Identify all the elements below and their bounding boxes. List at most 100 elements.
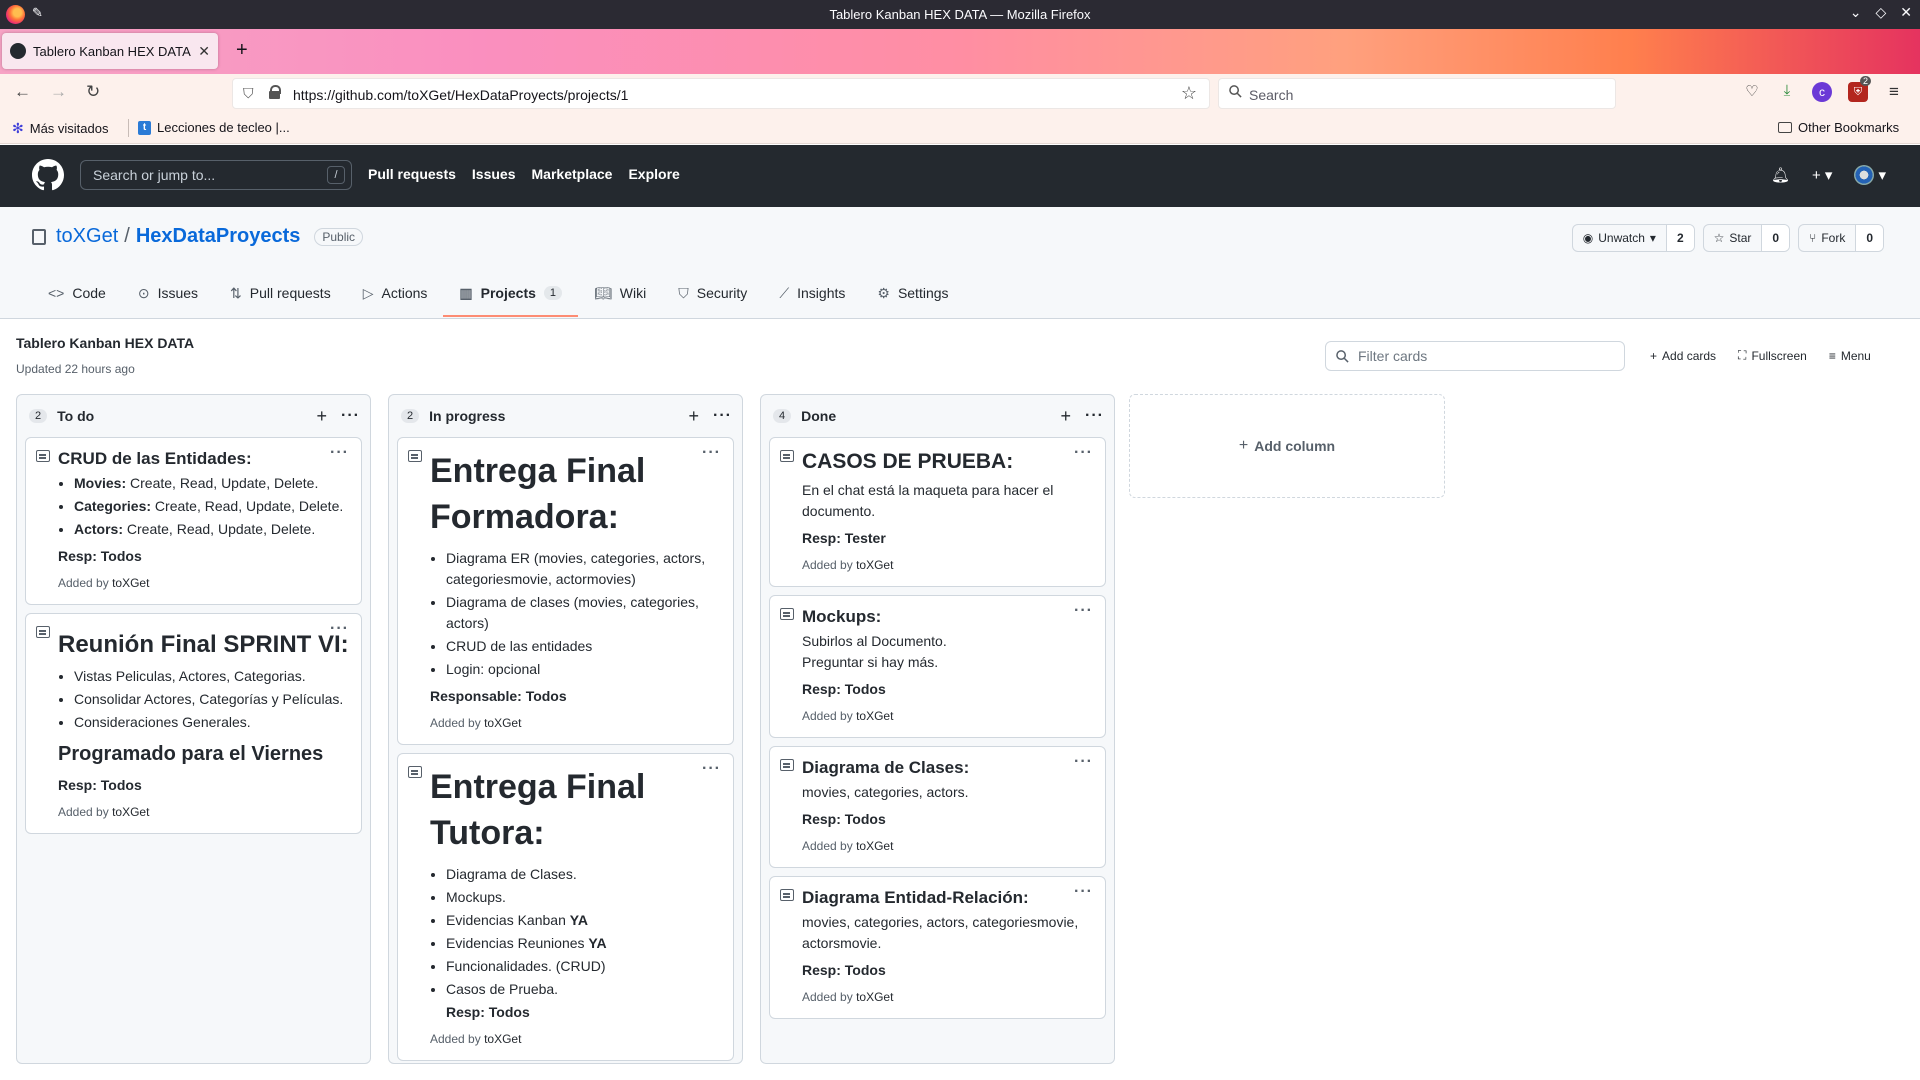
reload-icon[interactable]: ↻ [86,82,100,102]
tab-actions[interactable]: ▷ Actions [347,269,444,317]
card-item: Movies: Create, Read, Update, Delete. [74,473,349,494]
create-new-icon[interactable]: + ▾ [1812,166,1832,184]
avatar [1854,165,1875,185]
author-link[interactable]: toXGet [856,709,893,723]
tab-security[interactable]: ⛉ Security [662,269,763,317]
fullscreen-button[interactable]: ⛶ Fullscreen [1738,348,1807,363]
card[interactable]: ··· CASOS DE PRUEBA: En el chat está la … [769,437,1106,587]
author-link[interactable]: toXGet [856,558,893,572]
column-menu-icon[interactable]: ··· [713,407,732,425]
card[interactable]: ··· Entrega Final Tutora: Diagrama de Cl… [397,753,734,1061]
author-link[interactable]: toXGet [112,805,149,819]
back-arrow-icon[interactable]: ← [14,82,31,102]
forward-arrow-icon[interactable]: → [50,82,67,102]
item-text: Mockups. [446,889,506,905]
card-menu-icon[interactable]: ··· [330,618,349,639]
github-search-input[interactable]: Search or jump to... / [80,160,352,190]
hamburger-menu-icon[interactable]: ≡ [1884,82,1904,102]
card-responsible: Resp: Tester [802,530,886,546]
repo-owner-link[interactable]: toXGet [56,225,118,248]
column-menu-icon[interactable]: ··· [1085,407,1104,425]
tab-code[interactable]: <> Code [32,269,122,317]
pocket-icon[interactable]: ♡ [1742,82,1762,102]
card-menu-icon[interactable]: ··· [330,442,349,463]
new-tab-icon[interactable]: + [236,39,248,62]
fork-button[interactable]: ⑂ Fork 0 [1798,224,1884,252]
close-tab-icon[interactable]: ✕ [198,43,210,60]
author-link[interactable]: toXGet [484,716,521,730]
add-card-icon[interactable]: + [1061,406,1072,427]
bookmark-other[interactable]: Other Bookmarks [1778,120,1899,135]
card-responsible: Resp: Todos [58,777,142,793]
card-item: Consideraciones Generales. [74,712,349,733]
extension-c-icon[interactable]: c [1812,82,1832,102]
card-menu-icon[interactable]: ··· [1074,751,1093,772]
nav-explore[interactable]: Explore [628,166,679,182]
author-link[interactable]: toXGet [856,839,893,853]
bookmark-star-icon[interactable]: ☆ [1181,83,1197,104]
tab-insights[interactable]: ⟋ Insights [763,269,861,317]
card-responsible: Resp: Todos [58,548,142,564]
card-menu-icon[interactable]: ··· [1074,881,1093,902]
column-menu-icon[interactable]: ··· [341,407,360,425]
bookmark-lecciones[interactable]: t Lecciones de tecleo |... [138,120,290,135]
tab-settings[interactable]: ⚙ Settings [861,269,964,317]
add-card-icon[interactable]: + [317,406,328,427]
card[interactable]: ··· CRUD de las Entidades: Movies: Creat… [25,437,362,605]
card-menu-icon[interactable]: ··· [702,442,721,463]
downloads-icon[interactable]: ⤓ [1777,82,1797,102]
fork-label: Fork [1821,231,1846,245]
author-link[interactable]: toXGet [484,1032,521,1046]
card-added-by: Added by toXGet [58,573,349,594]
note-icon [780,889,794,901]
card[interactable]: ··· Diagrama Entidad-Relación: movies, c… [769,876,1106,1019]
fullscreen-icon: ⛶ [1738,348,1747,362]
author-link[interactable]: toXGet [856,990,893,1004]
added-prefix: Added by [802,839,853,853]
card-menu-icon[interactable]: ··· [1074,442,1093,463]
card-menu-icon[interactable]: ··· [1074,600,1093,621]
nav-issues[interactable]: Issues [472,166,516,182]
url-bar[interactable]: ⛉ https://github.com/toXGet/HexDataProye… [232,78,1210,109]
add-cards-button[interactable]: + Add cards [1650,348,1716,363]
maximize-icon[interactable]: ◇ [1875,4,1886,21]
watch-count[interactable]: 2 [1666,225,1694,251]
close-window-icon[interactable]: ✕ [1900,4,1912,21]
card-item: Vistas Peliculas, Actores, Categorias. [74,666,349,687]
project-title: Tablero Kanban HEX DATA [16,335,195,351]
star-button[interactable]: ☆ Star 0 [1702,224,1791,252]
item-text: Casos de Prueba. [446,981,559,997]
card[interactable]: ··· Entrega Final Formadora: Diagrama ER… [397,437,734,745]
star-count[interactable]: 0 [1762,225,1790,251]
lock-icon[interactable] [269,85,281,99]
github-logo-icon[interactable] [32,159,64,191]
menu-button[interactable]: ≡ Menu [1829,348,1871,363]
user-menu[interactable]: ▾ [1854,165,1886,185]
add-card-icon[interactable]: + [689,406,700,427]
tab-projects[interactable]: ▥ Projects 1 [443,269,578,317]
tab-pull-requests[interactable]: ⇅ Pull requests [214,269,347,317]
minimize-icon[interactable]: ⌄ [1850,4,1862,21]
card[interactable]: ··· Mockups: Subirlos al Documento. Preg… [769,595,1106,738]
fork-count[interactable]: 0 [1856,225,1883,251]
bell-icon[interactable]: 🔔︎ [1771,166,1790,184]
nav-marketplace[interactable]: Marketplace [532,166,613,182]
tab-issues[interactable]: ⊙ Issues [122,269,214,317]
url-text[interactable]: https://github.com/toXGet/HexDataProyect… [293,87,628,103]
author-link[interactable]: toXGet [112,576,149,590]
card[interactable]: ··· Diagrama de Clases: movies, categori… [769,746,1106,868]
filter-cards-input[interactable]: Filter cards [1325,341,1625,371]
nav-pull-requests[interactable]: Pull requests [368,166,456,182]
browser-search-input[interactable]: Search [1218,78,1616,109]
tab-wiki[interactable]: 📖︎ Wiki [578,269,662,317]
repo-name-link[interactable]: HexDataProyects [136,225,301,248]
card-menu-icon[interactable]: ··· [702,758,721,779]
browser-tab[interactable]: Tablero Kanban HEX DATA ✕ [2,33,218,69]
add-column-button[interactable]: + Add column [1129,394,1445,498]
unwatch-button[interactable]: ◉ Unwatch ▾ 2 [1571,224,1695,252]
tracking-shield-icon[interactable]: ⛉ [243,85,254,102]
card[interactable]: ··· Reunión Final SPRINT VI: Vistas Peli… [25,613,362,834]
item-text: Evidencias Kanban [446,912,570,928]
bookmark-most-visited[interactable]: ✻ Más visitados [12,120,108,137]
gear-icon: ✻ [12,120,24,136]
